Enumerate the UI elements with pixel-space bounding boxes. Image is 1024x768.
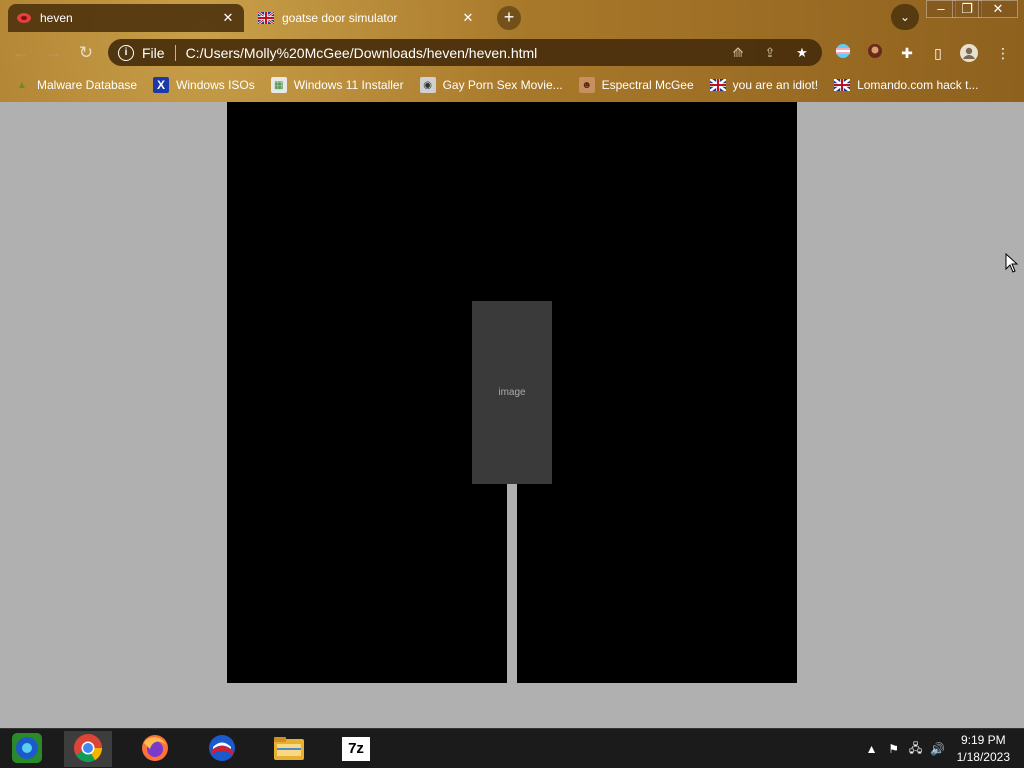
union-jack-favicon-icon (258, 10, 274, 26)
translate-icon[interactable]: ⟰ (728, 45, 748, 61)
tab-goatse-door-simulator[interactable]: goatse door simulator ✕ (250, 4, 484, 32)
start-button[interactable] (3, 731, 51, 767)
volume-icon[interactable]: 🔊 (927, 742, 949, 756)
avatar-extension-icon[interactable] (864, 43, 886, 63)
new-tab-button[interactable]: + (497, 6, 521, 30)
share-icon[interactable]: ⇪ (760, 45, 780, 61)
bookmark-malware-database[interactable]: ▲ Malware Database (14, 77, 137, 93)
chrome-icon (73, 733, 103, 766)
reload-icon: ↻ (78, 43, 94, 62)
reload-button[interactable]: ↻ (75, 42, 97, 64)
bookmark-label: Lomando.com hack t... (857, 78, 979, 92)
profile-icon[interactable] (958, 43, 980, 63)
taskbar-obama-logo[interactable] (198, 731, 246, 767)
side-panel-icon[interactable]: ▯ (927, 43, 949, 63)
system-tray: ▲ ⚑ 🖧 🔊 9:19 PM 1/18/2023 (861, 729, 1024, 768)
taskbar: 7z ▲ ⚑ 🖧 🔊 9:19 PM 1/18/2023 (0, 728, 1024, 768)
clock-date: 1/18/2023 (956, 750, 1010, 764)
x-logo-icon: X (153, 77, 170, 93)
clock[interactable]: 9:19 PM 1/18/2023 (957, 732, 1010, 766)
address-bar[interactable]: i File C:/Users/Molly%20McGee/Downloads/… (108, 39, 822, 66)
tab-strip: heven ✕ goatse door simulator ✕ + ⌄ – ❐ … (0, 0, 1024, 34)
taskbar-file-explorer[interactable] (265, 731, 313, 767)
union-jack-icon (834, 77, 851, 93)
bookmark-you-are-an-idiot[interactable]: you are an idiot! (709, 77, 819, 93)
close-window-button[interactable]: ✕ (978, 0, 1018, 18)
bookmarks-bar: ▲ Malware Database X Windows ISOs ▦ Wind… (0, 70, 1024, 100)
browser-toolbar: ← → ↻ i File C:/Users/Molly%20McGee/Down… (0, 34, 1024, 70)
taskbar-firefox[interactable] (131, 731, 179, 767)
bookmark-star-icon[interactable]: ★ (792, 45, 812, 61)
center-image-placeholder: image (472, 301, 552, 484)
heven-favicon-icon (16, 10, 32, 26)
bookmark-espectral-mcgee[interactable]: ☻ Espectral McGee (578, 77, 694, 93)
tab-search-button[interactable]: ⌄ (891, 4, 919, 30)
tab-close-icon[interactable]: ✕ (220, 10, 236, 26)
7zip-icon: 7z (342, 737, 370, 761)
door-top-panel (227, 102, 797, 302)
bookmark-label: Windows ISOs (176, 78, 255, 92)
taskbar-chrome[interactable] (64, 731, 112, 767)
bookmark-label: you are an idiot! (732, 78, 819, 92)
chevron-down-icon: ⌄ (899, 10, 911, 24)
url-scheme: File (142, 44, 165, 61)
url-text[interactable]: C:/Users/Molly%20McGee/Downloads/heven/h… (186, 45, 716, 61)
back-button[interactable]: ← (10, 42, 32, 64)
tab-title: goatse door simulator (282, 11, 398, 25)
installer-icon: ▦ (270, 77, 287, 93)
malware-db-icon: ▲ (17, 79, 27, 91)
forward-arrow-icon: → (44, 43, 62, 62)
firefox-icon (140, 733, 170, 766)
bookmark-label: Espectral McGee (601, 78, 694, 92)
info-icon[interactable]: i (118, 44, 134, 61)
bookmark-windows-11-installer[interactable]: ▦ Windows 11 Installer (270, 77, 404, 93)
bookmark-label: Malware Database (37, 78, 138, 92)
obama-logo-icon (207, 733, 237, 766)
forward-button[interactable]: → (42, 42, 64, 64)
taskbar-7zip[interactable]: 7z (332, 731, 380, 767)
network-icon[interactable]: 🖧 (905, 739, 927, 760)
disk-icon: ◉ (419, 77, 436, 93)
bookmark-label: Windows 11 Installer (293, 78, 404, 92)
clock-time: 9:19 PM (960, 733, 1006, 747)
bookmark-gay-porn-sex-movie[interactable]: ◉ Gay Porn Sex Movie... (419, 77, 563, 93)
face-icon: ☻ (578, 77, 595, 93)
extensions-puzzle-icon[interactable]: ✚ (896, 43, 918, 63)
file-explorer-icon (273, 734, 305, 765)
bookmark-windows-isos[interactable]: X Windows ISOs (153, 77, 255, 93)
back-arrow-icon: ← (12, 43, 30, 62)
bookmark-lomando-hack[interactable]: Lomando.com hack t... (834, 77, 978, 93)
start-orb-icon (10, 731, 44, 768)
bookmark-label: Gay Porn Sex Movie... (442, 78, 563, 92)
trans-flag-extension-icon[interactable] (832, 43, 854, 63)
show-hidden-icons-icon[interactable]: ▲ (861, 742, 883, 756)
tab-title: heven (40, 11, 73, 25)
menu-kebab-icon[interactable]: ⋮ (992, 43, 1014, 63)
action-center-flag-icon[interactable]: ⚑ (883, 742, 905, 756)
union-jack-icon (709, 77, 726, 93)
tab-close-icon[interactable]: ✕ (460, 10, 476, 26)
tab-heven[interactable]: heven ✕ (8, 4, 244, 32)
image-placeholder-label: image (498, 387, 526, 398)
url-separator (174, 44, 176, 61)
